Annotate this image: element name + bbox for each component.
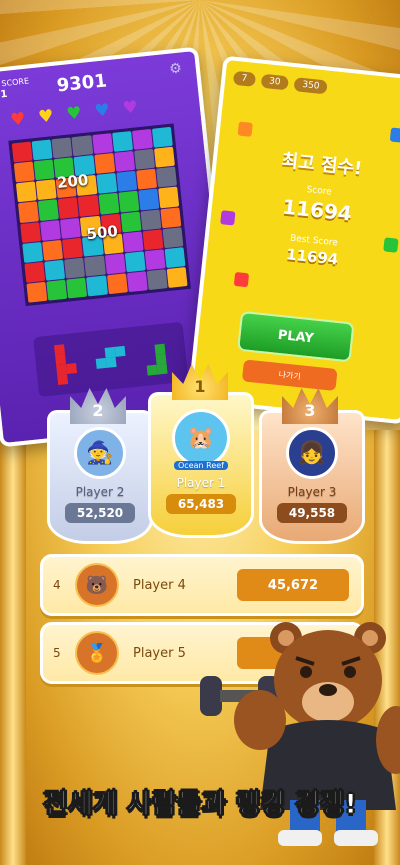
grid-cell[interactable] bbox=[136, 168, 158, 190]
puzzle-grid[interactable] bbox=[8, 123, 191, 306]
right-game-screenshot: 7 30 350 최고 점수! Score 11694 Best Score 1… bbox=[187, 55, 400, 425]
girl-avatar-icon: 👧 bbox=[286, 427, 338, 479]
player-score: 52,520 bbox=[65, 503, 135, 523]
slogan-text: 전세계 사람들과 랭킹 경쟁! bbox=[43, 789, 358, 821]
podium-first[interactable]: 🐹 Ocean Reef Player 1 65,483 bbox=[148, 392, 254, 538]
grid-cell[interactable] bbox=[35, 179, 57, 201]
podium-third[interactable]: 👧 Player 3 49,558 bbox=[259, 410, 365, 544]
grid-cell[interactable] bbox=[13, 161, 35, 183]
score-popup: 500 bbox=[85, 222, 119, 244]
grid-cell[interactable] bbox=[164, 246, 186, 268]
player-score: 49,558 bbox=[277, 503, 347, 523]
grid-cell[interactable] bbox=[93, 153, 115, 175]
grid-cell[interactable] bbox=[66, 277, 88, 299]
grid-cell[interactable] bbox=[126, 271, 148, 293]
grid-cell[interactable] bbox=[95, 173, 117, 195]
grid-cell[interactable] bbox=[118, 191, 140, 213]
rank-row[interactable]: 4 🐻 Player 4 45,672 bbox=[40, 554, 364, 616]
gear-icon[interactable]: ⚙ bbox=[168, 60, 182, 77]
grid-cell[interactable] bbox=[115, 171, 138, 193]
grid-cell[interactable] bbox=[158, 186, 180, 208]
grid-cell[interactable] bbox=[86, 275, 108, 297]
player-name: Player 3 bbox=[287, 485, 337, 499]
grid-cell[interactable] bbox=[20, 221, 42, 243]
grid-cell[interactable] bbox=[15, 181, 37, 203]
heart-icon: ♥ bbox=[37, 106, 55, 128]
player-name: Player 2 bbox=[75, 485, 125, 499]
grid-cell[interactable] bbox=[146, 269, 168, 291]
grid-cell[interactable] bbox=[151, 126, 173, 148]
grid-cell[interactable] bbox=[24, 261, 46, 283]
grid-cell[interactable] bbox=[22, 241, 44, 263]
grid-cell[interactable] bbox=[11, 141, 33, 163]
wizard-avatar-icon: 🧙 bbox=[74, 427, 126, 479]
grid-cell[interactable] bbox=[26, 281, 48, 303]
item-counter[interactable]: 30 bbox=[260, 73, 290, 91]
score-popup: 200 bbox=[56, 170, 90, 192]
player-score: 65,483 bbox=[166, 494, 236, 514]
grid-cell[interactable] bbox=[31, 139, 53, 161]
grid-cell[interactable] bbox=[46, 279, 68, 301]
grid-cell[interactable] bbox=[142, 229, 164, 251]
grid-cell[interactable] bbox=[131, 128, 153, 150]
grid-cell[interactable] bbox=[84, 255, 106, 277]
grid-cell[interactable] bbox=[120, 211, 142, 233]
grid-cell[interactable] bbox=[18, 201, 40, 223]
hamster-avatar-icon: 🐹 bbox=[172, 409, 230, 467]
bear-avatar-icon: 🐻 bbox=[75, 563, 119, 607]
grid-cell[interactable] bbox=[106, 273, 128, 295]
heart-icon: ♥ bbox=[121, 97, 139, 119]
rank-number: 5 bbox=[53, 646, 61, 660]
heart-icon: ♥ bbox=[65, 103, 83, 125]
podium-second[interactable]: 🧙 Player 2 52,520 bbox=[47, 410, 153, 544]
grid-cell[interactable] bbox=[140, 208, 162, 231]
badge-avatar-icon: 🏅 bbox=[75, 631, 119, 675]
player-name: Player 1 bbox=[176, 476, 226, 490]
heart-icon: ♥ bbox=[93, 100, 111, 122]
grid-cell[interactable] bbox=[153, 146, 175, 168]
grid-cell[interactable] bbox=[44, 259, 66, 281]
exit-button[interactable]: 나가기 bbox=[241, 359, 338, 392]
piece-tray[interactable] bbox=[33, 321, 189, 398]
grid-cell[interactable] bbox=[124, 251, 146, 273]
grid-cell[interactable] bbox=[38, 199, 60, 221]
grid-cell[interactable] bbox=[122, 231, 144, 253]
current-score: 9301 bbox=[55, 70, 108, 97]
avatar-badge-text: Ocean Reef bbox=[174, 461, 228, 470]
grid-cell[interactable] bbox=[160, 206, 182, 228]
grid-cell[interactable] bbox=[64, 257, 86, 279]
heart-row: ♥ ♥ ♥ ♥ ♥ bbox=[9, 97, 139, 131]
grid-cell[interactable] bbox=[91, 133, 113, 155]
grid-cell[interactable] bbox=[51, 137, 73, 159]
grid-cell[interactable] bbox=[33, 159, 55, 181]
coin-counter[interactable]: 350 bbox=[293, 77, 329, 95]
grid-cell[interactable] bbox=[42, 239, 64, 261]
tray-pieces[interactable] bbox=[33, 322, 188, 397]
grid-cell[interactable] bbox=[138, 188, 160, 211]
grid-cell[interactable] bbox=[156, 166, 178, 188]
grid-cell[interactable] bbox=[78, 195, 100, 217]
grid-cell[interactable] bbox=[113, 151, 135, 173]
gem-counter[interactable]: 7 bbox=[232, 70, 256, 87]
grid-cell[interactable] bbox=[133, 148, 155, 170]
player-name: Player 4 bbox=[133, 577, 186, 593]
grid-cell[interactable] bbox=[98, 193, 120, 215]
grid-cell[interactable] bbox=[111, 131, 133, 153]
grid-cell[interactable] bbox=[71, 135, 93, 157]
top-bar: 7 30 350 bbox=[232, 70, 329, 95]
grid-cell[interactable] bbox=[62, 237, 84, 259]
player-score: 45,672 bbox=[237, 569, 349, 601]
grid-cell[interactable] bbox=[166, 266, 188, 288]
grid-cell[interactable] bbox=[104, 253, 126, 275]
grid-cell[interactable] bbox=[144, 249, 166, 271]
heart-icon: ♥ bbox=[9, 109, 27, 131]
grid-cell[interactable] bbox=[58, 197, 80, 219]
grid-cell[interactable] bbox=[40, 219, 62, 241]
play-button[interactable]: PLAY bbox=[237, 310, 355, 363]
grid-cell[interactable] bbox=[162, 226, 184, 248]
rank-number: 4 bbox=[53, 578, 61, 592]
grid-cell[interactable] bbox=[60, 217, 82, 239]
